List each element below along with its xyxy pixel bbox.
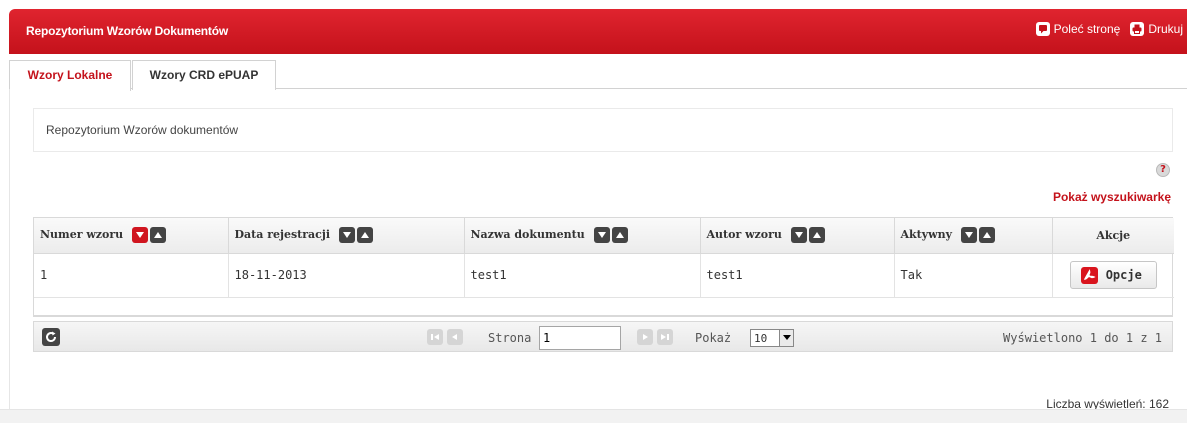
pdf-icon xyxy=(1080,266,1098,284)
col-header-numer[interactable]: Numer wzoru xyxy=(34,218,229,254)
cell-autor: test1 xyxy=(700,253,895,298)
page-size-select[interactable]: 10 xyxy=(750,329,794,347)
print-label: Drukuj xyxy=(1148,22,1183,36)
cell-numer: 1 xyxy=(34,253,229,298)
print-link[interactable]: Drukuj xyxy=(1130,22,1183,36)
col-label-numer: Numer wzoru xyxy=(40,228,124,242)
page-label: Strona xyxy=(488,331,532,345)
sort-controls xyxy=(790,227,825,244)
header-actions: Poleć stronę Drukuj xyxy=(1035,22,1183,36)
table-row[interactable]: 1 18-11-2013 test1 test1 Tak Opcje xyxy=(34,253,1174,298)
main-content: Repozytorium Wzorów dokumentów ? Pokaż w… xyxy=(9,89,1187,411)
sort-desc-icon[interactable] xyxy=(790,227,807,244)
description-box: Repozytorium Wzorów dokumentów xyxy=(33,108,1173,152)
sort-asc-icon[interactable] xyxy=(978,227,995,244)
col-label-data: Data rejestracji xyxy=(234,228,331,242)
sort-asc-icon[interactable] xyxy=(611,227,628,244)
sort-desc-icon[interactable] xyxy=(593,227,610,244)
sort-desc-icon[interactable] xyxy=(338,227,355,244)
table-spacer-row xyxy=(34,298,1172,316)
recommend-page-link[interactable]: Poleć stronę xyxy=(1035,22,1121,36)
options-button[interactable]: Opcje xyxy=(1069,261,1157,289)
pager-bar: Strona Pokaż 10 Wyświetlono 1 do 1 z 1 xyxy=(33,321,1173,352)
first-page-icon[interactable] xyxy=(427,329,443,345)
sort-controls xyxy=(132,227,167,244)
col-header-data[interactable]: Data rejestracji xyxy=(228,218,465,254)
tab-bar: Wzory Lokalne Wzory CRD ePUAP xyxy=(9,54,1187,91)
sort-asc-icon[interactable] xyxy=(150,227,167,244)
page-title: Repozytorium Wzorów Dokumentów xyxy=(26,24,228,38)
col-header-autor[interactable]: Autor wzoru xyxy=(700,218,895,254)
options-label: Opcje xyxy=(1105,268,1142,282)
sort-asc-icon[interactable] xyxy=(356,227,373,244)
sort-controls xyxy=(338,227,373,244)
help-icon[interactable]: ? xyxy=(1156,163,1170,177)
col-header-akcje: Akcje xyxy=(1052,218,1174,254)
sort-asc-icon[interactable] xyxy=(808,227,825,244)
tab-local-templates[interactable]: Wzory Lokalne xyxy=(9,60,131,91)
col-label-nazwa: Nazwa dokumentu xyxy=(470,228,585,242)
sort-desc-icon[interactable] xyxy=(132,227,149,244)
recommend-label: Poleć stronę xyxy=(1053,22,1121,36)
cell-aktywny: Tak xyxy=(894,253,1053,298)
print-icon xyxy=(1130,22,1145,36)
cell-nazwa: test1 xyxy=(464,253,701,298)
page-size-value: 10 xyxy=(754,331,768,345)
cell-akcje: Opcje xyxy=(1052,253,1174,298)
last-page-icon[interactable] xyxy=(657,329,673,345)
templates-table: Numer wzoru Data rejestracji Nazwa dokum… xyxy=(33,217,1174,317)
tab-crd-epuap-templates[interactable]: Wzory CRD ePUAP xyxy=(132,60,276,90)
show-search-link[interactable]: Pokaż wyszukiwarkę xyxy=(1053,190,1171,204)
sort-desc-icon[interactable] xyxy=(960,227,977,244)
refresh-icon[interactable] xyxy=(42,328,60,346)
cell-data: 18-11-2013 xyxy=(228,253,465,298)
col-label-autor: Autor wzoru xyxy=(706,228,782,242)
col-header-nazwa[interactable]: Nazwa dokumentu xyxy=(464,218,701,254)
table-header-row: Numer wzoru Data rejestracji Nazwa dokum… xyxy=(34,218,1174,254)
page-size-label: Pokaż xyxy=(695,331,732,345)
chevron-down-icon xyxy=(779,330,793,346)
col-header-aktywny[interactable]: Aktywny xyxy=(894,218,1053,254)
footer-band xyxy=(0,409,1187,423)
app-header: Repozytorium Wzorów Dokumentów Poleć str… xyxy=(9,9,1187,54)
pager-status: Wyświetlono 1 do 1 z 1 xyxy=(1003,331,1162,345)
col-label-aktywny: Aktywny xyxy=(900,228,953,242)
sort-controls xyxy=(960,227,995,244)
page-number-input[interactable] xyxy=(539,326,621,350)
next-page-icon[interactable] xyxy=(637,329,653,345)
recommend-icon xyxy=(1035,22,1050,36)
prev-page-icon[interactable] xyxy=(447,329,463,345)
sort-controls xyxy=(593,227,628,244)
